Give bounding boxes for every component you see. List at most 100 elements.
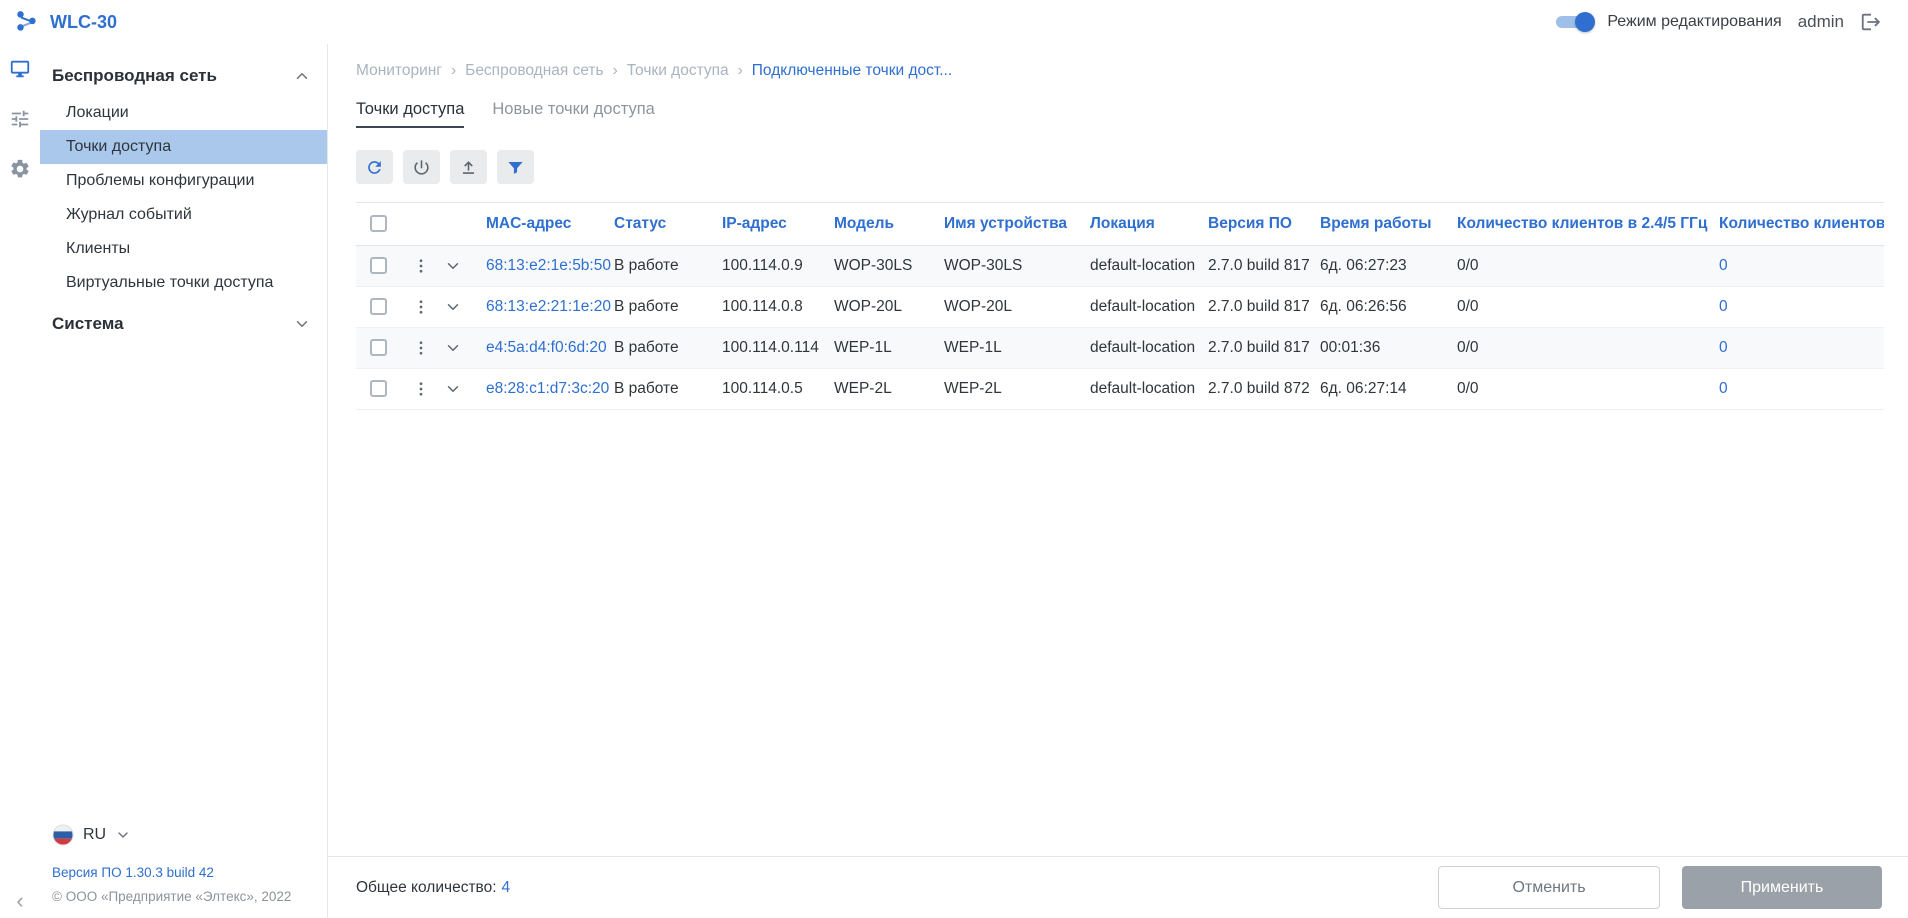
mac-link[interactable]: e8:28:c1:d7:3c:20 [486,380,609,397]
breadcrumb-item[interactable]: Беспроводная сеть [465,62,603,80]
chevron-up-icon [293,67,311,85]
sidebar-group-system[interactable]: Система [40,304,327,344]
reboot-button[interactable] [403,150,440,184]
row-menu-icon[interactable] [410,378,432,400]
breadcrumb-item[interactable]: Мониторинг [356,62,442,80]
breadcrumb-item[interactable]: Подключенные точки дост... [752,62,952,80]
breadcrumb-item[interactable]: Точки доступа [627,62,729,80]
firmware-cell: 2.7.0 build 817 [1208,287,1320,328]
sidebar-item[interactable]: Виртуальные точки доступа [40,266,327,300]
top-bar: WLC-30 Режим редактирования admin [0,0,1908,44]
status-cell: В работе [614,369,722,410]
clients-cell: 0 [1719,287,1884,328]
mac-link[interactable]: 68:13:e2:1e:5b:50 [486,257,611,274]
app-title: WLC-30 [50,12,117,33]
column-header[interactable]: Модель [834,203,944,246]
body-row: ‹ Беспроводная сеть ЛокацииТочки доступа… [0,44,1908,918]
column-header[interactable]: Локация [1090,203,1208,246]
ip-cell: 100.114.0.5 [722,369,834,410]
edit-mode-toggle[interactable] [1553,12,1595,32]
column-header[interactable]: Количество клиентов в 2.4/5 ГГц [1457,203,1719,246]
cancel-button[interactable]: Отменить [1438,866,1660,909]
sidebar-group-wireless[interactable]: Беспроводная сеть [40,56,327,96]
column-header[interactable]: Количество клиентов [1719,203,1884,246]
column-header[interactable]: Статус [614,203,722,246]
ip-cell: 100.114.0.114 [722,328,834,369]
location-cell: default-location [1090,369,1208,410]
select-all-checkbox[interactable] [370,215,387,232]
row-checkbox[interactable] [370,339,387,356]
row-menu-icon[interactable] [410,337,432,359]
sidebar-item[interactable]: Точки доступа [40,130,327,164]
mac-cell: e4:5a:d4:f0:6d:20 [486,328,614,369]
column-header[interactable]: MAC-адрес [486,203,614,246]
topbar-left: WLC-30 [14,9,117,35]
app-root: WLC-30 Режим редактирования admin [0,0,1908,918]
column-header[interactable]: Версия ПО [1208,203,1320,246]
device-name-cell: WOP-30LS [944,246,1090,287]
clients-link[interactable]: 0 [1719,380,1728,397]
topbar-right: Режим редактирования admin [1553,10,1884,34]
firmware-cell: 2.7.0 build 872 [1208,369,1320,410]
filter-button[interactable] [497,150,534,184]
row-checkbox[interactable] [370,257,387,274]
breadcrumb-separator: › [738,62,743,80]
chevron-down-icon [293,315,311,333]
upload-button[interactable] [450,150,487,184]
column-header[interactable]: IP-адрес [722,203,834,246]
firmware-version-link[interactable]: Версия ПО 1.30.3 build 42 [52,865,214,880]
gear-icon[interactable] [9,158,31,180]
row-checkbox[interactable] [370,298,387,315]
sidebar-item[interactable]: Проблемы конфигурации [40,164,327,198]
mac-link[interactable]: e4:5a:d4:f0:6d:20 [486,339,607,356]
row-menu-icon[interactable] [410,255,432,277]
tune-icon[interactable] [9,108,31,130]
refresh-button[interactable] [356,150,393,184]
language-selector[interactable]: RU [52,824,313,846]
clients-link[interactable]: 0 [1719,257,1728,274]
row-expand-icon[interactable] [442,337,464,359]
sidebar-item[interactable]: Локации [40,96,327,130]
breadcrumb: Мониторинг›Беспроводная сеть›Точки досту… [356,62,1884,80]
status-cell: В работе [614,287,722,328]
table-row: e8:28:c1:d7:3c:20 В работе100.114.0.5 WEP-… [356,369,1884,410]
column-header[interactable]: Имя устройства [944,203,1090,246]
ip-cell: 100.114.0.8 [722,287,834,328]
content-spacer [356,410,1884,856]
row-actions [410,369,486,410]
clients-24-5-cell: 0/0 [1457,287,1719,328]
mac-link[interactable]: 68:13:e2:21:1e:20 [486,298,611,315]
copyright: © ООО «Предприятие «Элтекс», 2022 [52,889,313,904]
row-checkbox[interactable] [370,380,387,397]
uptime-cell: 6д. 06:27:14 [1320,369,1457,410]
monitoring-icon[interactable] [9,58,31,80]
row-expand-icon[interactable] [442,378,464,400]
ap-table: MAC-адресСтатусIP-адресМодельИмя устройс… [356,202,1884,410]
logout-icon[interactable] [1860,10,1884,34]
clients-cell: 0 [1719,246,1884,287]
ap-table-body: 68:13:e2:1e:5b:50В работе100.114.0.9WOP-… [356,246,1884,410]
sidebar-collapse-button[interactable]: ‹ [16,890,23,912]
row-actions [410,246,486,287]
row-expand-icon[interactable] [442,255,464,277]
table-row: e4:5a:d4:f0:6d:20В работе100.114.0.114WE… [356,328,1884,369]
sidebar-item[interactable]: Журнал событий [40,198,327,232]
language-code: RU [83,826,106,844]
uptime-cell: 6д. 06:27:23 [1320,246,1457,287]
device-name-cell: WEP-2L [944,369,1090,410]
row-expand-icon[interactable] [442,296,464,318]
column-header[interactable]: Время работы [1320,203,1457,246]
clients-link[interactable]: 0 [1719,339,1728,356]
model-cell: WEP-1L [834,328,944,369]
table-row: 68:13:e2:21:1e:20В работе100.114.0.8WOP-… [356,287,1884,328]
sidebar-item[interactable]: Клиенты [40,232,327,266]
uptime-cell: 6д. 06:26:56 [1320,287,1457,328]
apply-button[interactable]: Применить [1682,866,1882,909]
group-label: Система [52,314,124,334]
clients-link[interactable]: 0 [1719,298,1728,315]
firmware-cell: 2.7.0 build 817 [1208,246,1320,287]
tab-access-points[interactable]: Точки доступа [356,100,464,128]
row-menu-icon[interactable] [410,296,432,318]
clients-cell: 0 [1719,328,1884,369]
tab-new-access-points[interactable]: Новые точки доступа [492,100,654,128]
